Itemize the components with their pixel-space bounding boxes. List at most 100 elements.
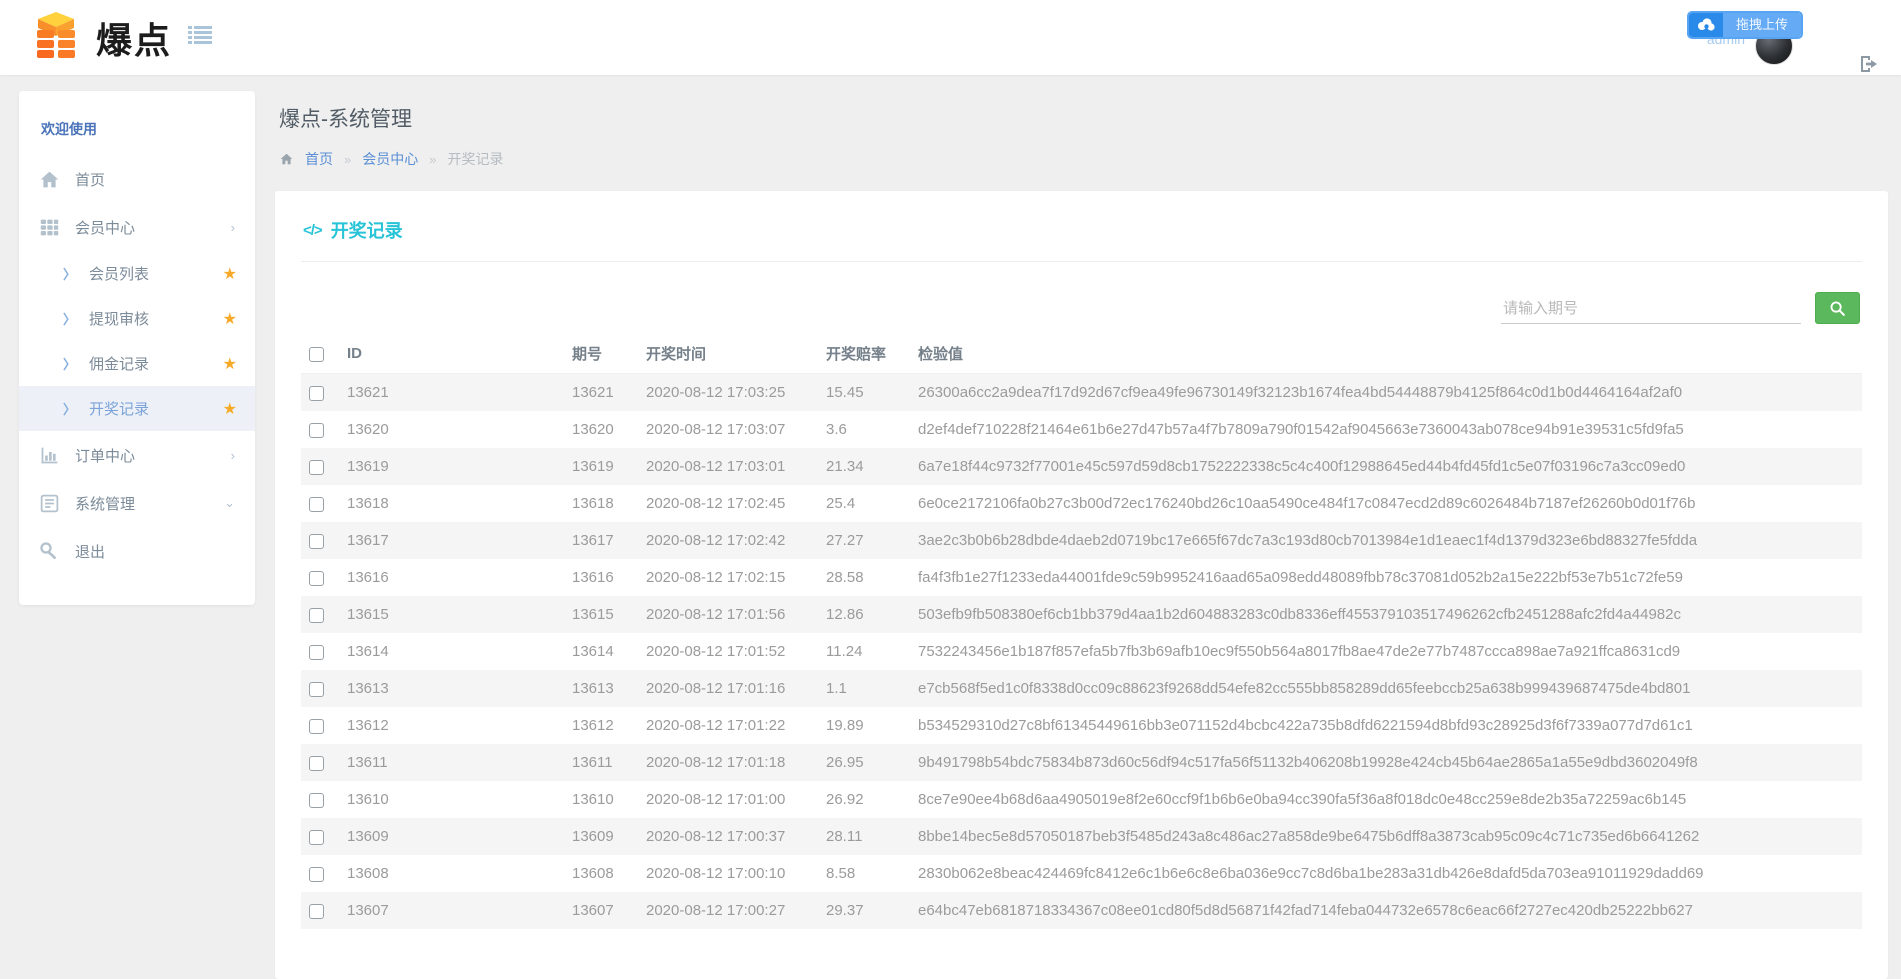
cell-time: 2020-08-12 17:01:00 [638,781,818,818]
cell-odds: 15.45 [818,374,910,412]
cell-odds: 1.1 [818,670,910,707]
sidebar-item-member-center[interactable]: 会员中心 › [19,203,255,251]
row-checkbox[interactable] [309,756,324,771]
row-checkbox[interactable] [309,830,324,845]
cell-issue: 13619 [564,448,638,485]
cell-time: 2020-08-12 17:02:42 [638,522,818,559]
cell-odds: 29.37 [818,892,910,929]
cell-time: 2020-08-12 17:00:27 [638,892,818,929]
issue-search-input[interactable] [1501,294,1801,324]
breadcrumb-separator: » [429,152,436,167]
sidebar-item-label: 佣金记录 [89,353,149,374]
cell-time: 2020-08-12 17:01:56 [638,596,818,633]
cell-hash: b534529310d27c8bf61345449616bb3e071152d4… [910,707,1862,744]
cell-time: 2020-08-12 17:02:15 [638,559,818,596]
row-checkbox[interactable] [309,793,324,808]
cell-issue: 13620 [564,411,638,448]
column-header-odds: 开奖赔率 [818,334,910,374]
row-checkbox[interactable] [309,497,324,512]
grid-icon [39,217,60,238]
select-all-checkbox[interactable] [309,347,324,362]
bar-chart-icon [39,445,60,466]
cell-hash: fa4f3fb1e27f1233eda44001fde9c59b9952416a… [910,559,1862,596]
cell-hash: 2830b062e8beac424469fc8412e6c1b6e6c8e6ba… [910,855,1862,892]
chevron-down-icon: ⌄ [224,495,235,511]
chevron-right-icon: › [231,448,235,463]
cell-time: 2020-08-12 17:01:18 [638,744,818,781]
cell-time: 2020-08-12 17:00:37 [638,818,818,855]
table-row: 13608136082020-08-12 17:00:108.582830b06… [301,855,1862,892]
cell-id: 13611 [339,744,564,781]
cell-odds: 26.92 [818,781,910,818]
key-icon [39,541,60,562]
chevron-right-icon: 〉 [63,309,76,328]
table-row: 13620136202020-08-12 17:03:073.6d2ef4def… [301,411,1862,448]
chevron-right-icon: 〉 [63,354,76,373]
home-icon [279,152,294,166]
sidebar-item-withdraw-review[interactable]: 〉 提现审核 ★ [19,296,255,341]
sidebar-item-logout[interactable]: 退出 [19,527,255,575]
row-checkbox[interactable] [309,682,324,697]
cell-odds: 8.58 [818,855,910,892]
cell-odds: 27.27 [818,522,910,559]
cell-issue: 13607 [564,892,638,929]
cell-issue: 13617 [564,522,638,559]
cell-odds: 21.34 [818,448,910,485]
sidebar: 欢迎使用 首页 会员中心 › 〉 会员列表 ★ 〉 提现审核 ★ 〉 佣金记录 … [19,91,255,605]
row-checkbox[interactable] [309,867,324,882]
cell-id: 13609 [339,818,564,855]
topbar-user-area: admin 拖拽上传 [1661,0,1851,75]
sidebar-item-order-center[interactable]: 订单中心 › [19,431,255,479]
sidebar-item-system-management[interactable]: 系统管理 ⌄ [19,479,255,527]
cell-id: 13617 [339,522,564,559]
table-row: 13621136212020-08-12 17:03:2515.4526300a… [301,374,1862,412]
table-row: 13615136152020-08-12 17:01:5612.86503efb… [301,596,1862,633]
drag-upload-button[interactable]: 拖拽上传 [1687,11,1803,39]
brand-logo[interactable]: 爆点 [28,10,150,65]
logout-icon[interactable] [1859,55,1879,78]
cell-time: 2020-08-12 17:01:16 [638,670,818,707]
row-checkbox[interactable] [309,460,324,475]
sidebar-item-label: 系统管理 [75,493,135,514]
cell-id: 13613 [339,670,564,707]
row-checkbox[interactable] [309,645,324,660]
cell-issue: 13612 [564,707,638,744]
breadcrumb-home-link[interactable]: 首页 [305,149,333,169]
cell-hash: 9b491798b54bdc75834b873d60c56df94c517fa5… [910,744,1862,781]
cell-id: 13615 [339,596,564,633]
row-checkbox[interactable] [309,719,324,734]
drag-upload-label: 拖拽上传 [1723,13,1801,37]
list-icon[interactable] [188,25,212,50]
cell-id: 13614 [339,633,564,670]
sidebar-item-home[interactable]: 首页 [19,155,255,203]
row-checkbox[interactable] [309,423,324,438]
sidebar-item-label: 会员中心 [75,217,135,238]
cell-id: 13607 [339,892,564,929]
breadcrumb-section-link[interactable]: 会员中心 [362,149,418,169]
top-navbar: 爆点 admin 拖拽上传 [0,0,1901,75]
sidebar-item-member-list[interactable]: 〉 会员列表 ★ [19,251,255,296]
table-row: 13612136122020-08-12 17:01:2219.89b53452… [301,707,1862,744]
sidebar-item-draw-records[interactable]: 〉 开奖记录 ★ [19,386,255,431]
row-checkbox[interactable] [309,534,324,549]
cloud-icon [1689,13,1723,37]
row-checkbox[interactable] [309,386,324,401]
row-checkbox[interactable] [309,571,324,586]
main-content: 爆点-系统管理 首页 » 会员中心 » 开奖记录 </> 开奖记录 [275,103,1888,979]
breadcrumb-separator: » [344,152,351,167]
cell-time: 2020-08-12 17:01:52 [638,633,818,670]
table-header-row: ID 期号 开奖时间 开奖赔率 检验值 [301,334,1862,374]
table-row: 13618136182020-08-12 17:02:4525.46e0ce21… [301,485,1862,522]
sidebar-welcome-label: 欢迎使用 [19,105,255,155]
cell-issue: 13611 [564,744,638,781]
panel-header: </> 开奖记录 [301,215,1862,262]
cell-hash: 26300a6cc2a9dea7f17d92d67cf9ea49fe967301… [910,374,1862,412]
row-checkbox[interactable] [309,904,324,919]
search-button[interactable] [1815,292,1860,324]
star-icon: ★ [223,399,237,419]
chevron-right-icon: 〉 [63,399,76,418]
sidebar-item-commission-records[interactable]: 〉 佣金记录 ★ [19,341,255,386]
row-checkbox[interactable] [309,608,324,623]
cell-odds: 3.6 [818,411,910,448]
cell-issue: 13621 [564,374,638,412]
